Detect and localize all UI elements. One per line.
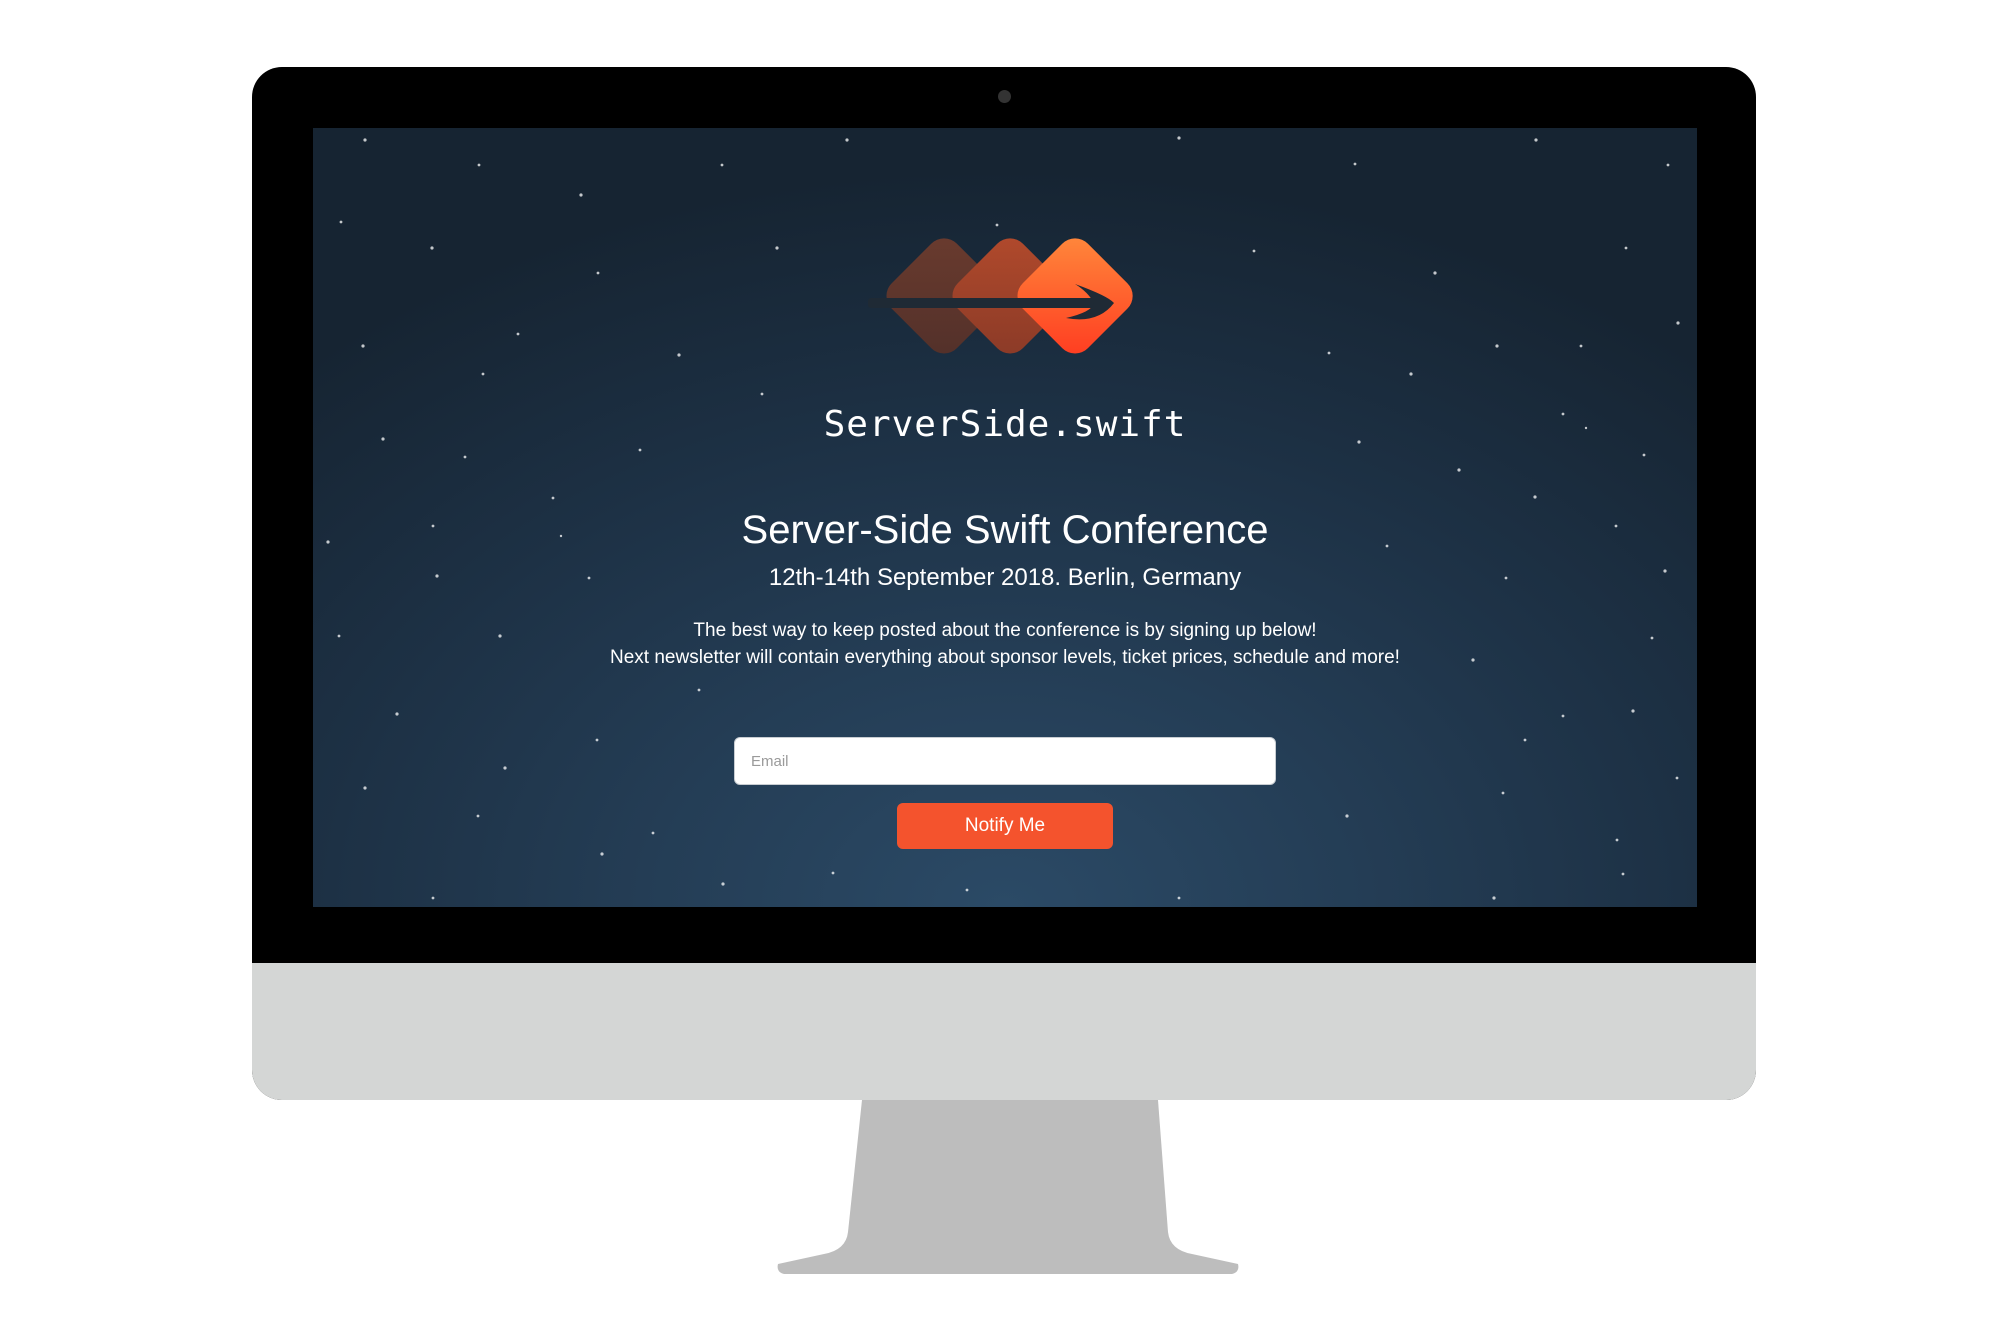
description-line-2: Next newsletter will contain everything …	[610, 647, 1400, 668]
signup-description: The best way to keep posted about the co…	[603, 617, 1407, 671]
page-title: Server-Side Swift Conference	[741, 508, 1269, 552]
notify-me-button[interactable]: Notify Me	[897, 803, 1113, 849]
email-input[interactable]	[734, 737, 1276, 785]
event-date-location: 12th-14th September 2018. Berlin, German…	[768, 564, 1242, 591]
site-wordmark: ServerSide.swift	[823, 404, 1187, 445]
monitor-chin	[252, 963, 1756, 1100]
camera-dot	[998, 90, 1011, 103]
browser-screen: ServerSide.swift Server-Side Swift Confe…	[313, 128, 1697, 907]
description-line-1: The best way to keep posted about the co…	[693, 620, 1317, 641]
serverside-swift-logo	[868, 238, 1133, 354]
